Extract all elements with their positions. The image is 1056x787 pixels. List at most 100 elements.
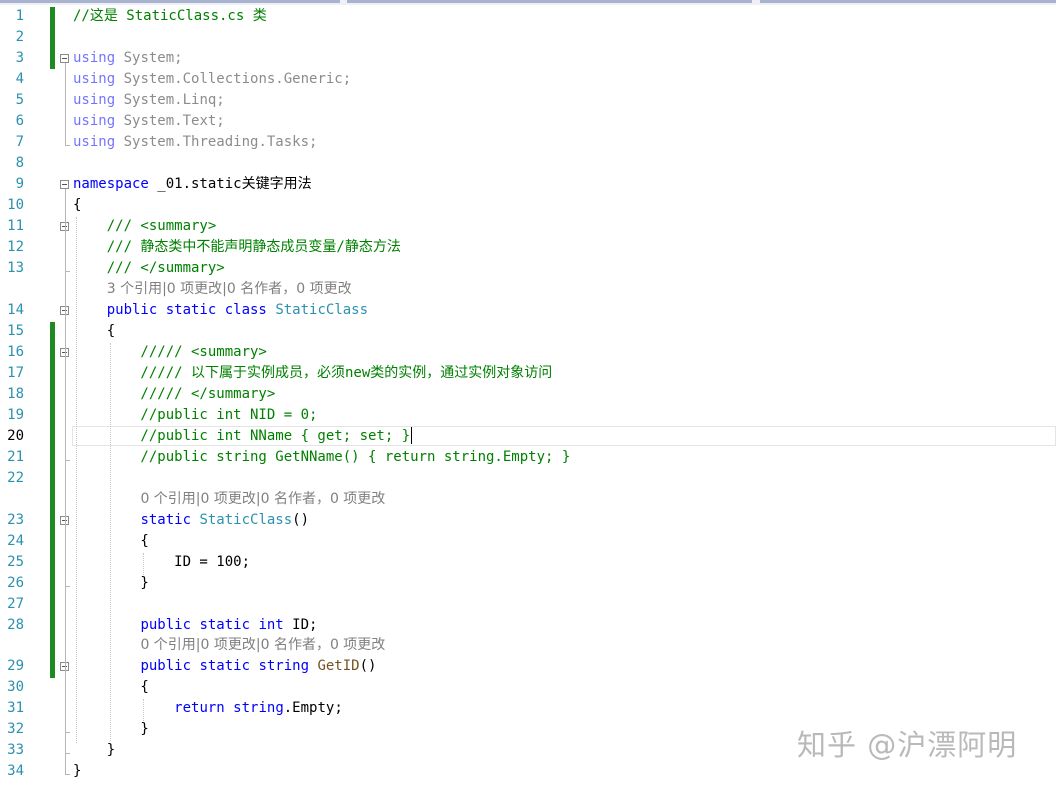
comment-token: /// <summary> — [73, 218, 217, 234]
topbar-segment — [347, 0, 752, 3]
keyword-token: string — [233, 700, 284, 716]
indent-guide — [76, 217, 77, 743]
line-number: 10 — [7, 197, 24, 213]
code-line[interactable]: //public string GetNName() { return stri… — [73, 448, 570, 466]
topbar-segment — [760, 0, 1056, 3]
code-token: } — [73, 721, 149, 737]
line-number: 27 — [7, 596, 24, 612]
line-number: 11 — [7, 218, 24, 234]
code-line[interactable]: ///// 以下属于实例成员，必须new类的实例，通过实例对象访问 — [73, 364, 552, 382]
line-number: 24 — [7, 533, 24, 549]
text-caret — [411, 427, 413, 444]
code-token: System.Threading.Tasks; — [115, 134, 318, 150]
code-line[interactable]: { — [73, 678, 149, 696]
line-number: 31 — [7, 700, 24, 716]
code-line[interactable]: /// <summary> — [73, 217, 217, 235]
code-token: System; — [115, 50, 183, 66]
line-number: 9 — [15, 176, 24, 192]
code-line[interactable]: namespace _01.static关键字用法 — [73, 175, 312, 193]
code-line[interactable]: ///// <summary> — [73, 343, 266, 361]
code-line[interactable]: { — [73, 196, 81, 214]
code-line[interactable]: using System.Collections.Generic; — [73, 70, 351, 88]
line-number: 29 — [7, 658, 24, 674]
code-line[interactable]: return string.Empty; — [73, 699, 343, 717]
codelens-references[interactable]: 0 个引用|0 项更改|0 名作者，0 项更改 — [140, 636, 385, 654]
code-token: _01.static关键字用法 — [148, 176, 312, 192]
code-line[interactable]: using System; — [73, 49, 183, 67]
outline-end — [65, 732, 70, 733]
watermark: 知乎 @沪漂阿明 — [797, 728, 1018, 762]
code-line[interactable]: //这是 StaticClass.cs 类 — [73, 7, 267, 25]
keyword-token: public static class — [106, 302, 267, 318]
code-line[interactable]: { — [73, 532, 149, 550]
code-line[interactable]: } — [73, 762, 81, 780]
code-line[interactable]: using System.Threading.Tasks; — [73, 133, 317, 151]
code-token: () — [359, 658, 377, 674]
comment-token: ///// 以下属于实例成员，必须new类的实例，通过实例对象访问 — [73, 365, 553, 381]
keyword-token: public static string — [140, 658, 310, 674]
outline-line — [65, 525, 66, 586]
outline-line — [65, 63, 66, 145]
code-line[interactable]: } — [73, 741, 115, 759]
line-number: 2 — [15, 29, 24, 45]
comment-token: /// </summary> — [73, 260, 225, 276]
editor-top-scrollbar[interactable] — [0, 0, 1056, 5]
keyword-token: using — [73, 50, 116, 66]
outline-end — [65, 586, 70, 587]
line-number: 15 — [7, 323, 24, 339]
collapse-toggle-icon[interactable] — [60, 54, 69, 63]
keyword-token: static — [140, 512, 192, 528]
outline-end — [65, 145, 70, 146]
code-line[interactable]: ///// </summary> — [73, 385, 275, 403]
keyword-token: using — [73, 113, 116, 129]
code-line[interactable]: { — [73, 322, 115, 340]
code-token: } — [73, 742, 116, 758]
change-indicator-bar — [50, 7, 55, 69]
collapse-toggle-icon[interactable] — [60, 180, 69, 189]
line-number: 21 — [7, 449, 24, 465]
code-line[interactable]: /// 静态类中不能声明静态成员变量/静态方法 — [73, 238, 401, 256]
keyword-token: public static int — [140, 617, 284, 633]
code-token: { — [73, 679, 149, 695]
code-line[interactable]: /// </summary> — [73, 259, 225, 277]
code-line[interactable]: using System.Text; — [73, 112, 225, 130]
code-token: .Empty; — [283, 700, 343, 716]
comment-token: //public string GetNName() { return stri… — [73, 449, 571, 465]
codelens-references[interactable]: 3 个引用|0 项更改|0 名作者，0 项更改 — [107, 280, 352, 298]
outline-end — [65, 460, 70, 461]
line-number: 23 — [7, 512, 24, 528]
code-token: () — [292, 512, 310, 528]
code-token: } — [73, 575, 149, 591]
comment-token: ///// </summary> — [73, 386, 276, 402]
code-token: ID = 100; — [73, 554, 251, 570]
code-line[interactable]: public static string GetID() — [73, 657, 376, 675]
keyword-token: using — [73, 134, 116, 150]
code-line[interactable]: static StaticClass() — [73, 511, 309, 529]
code-line[interactable]: } — [73, 720, 149, 738]
code-token: System.Collections.Generic; — [115, 71, 352, 87]
code-token: { — [73, 533, 149, 549]
line-number: 12 — [7, 239, 24, 255]
outline-end — [65, 774, 70, 775]
line-number: 8 — [15, 155, 24, 171]
code-token: } — [73, 763, 82, 779]
line-number: 14 — [7, 302, 24, 318]
line-number: 7 — [15, 134, 24, 150]
code-line[interactable]: ID = 100; — [73, 553, 250, 571]
line-number: 32 — [7, 721, 24, 737]
line-number: 3 — [15, 50, 24, 66]
code-line[interactable]: using System.Linq; — [73, 91, 225, 109]
outline-line — [65, 357, 66, 460]
code-line[interactable]: } — [73, 574, 149, 592]
line-number: 19 — [7, 407, 24, 423]
line-number: 28 — [7, 617, 24, 633]
line-number: 18 — [7, 386, 24, 402]
code-editor[interactable]: 1//这是 StaticClass.cs 类 2 3 using System; 4 us… — [0, 0, 1056, 787]
code-line[interactable]: public static class StaticClass — [73, 301, 368, 319]
outline-line — [65, 671, 66, 732]
codelens-references[interactable]: 0 个引用|0 项更改|0 名作者，0 项更改 — [140, 490, 385, 508]
